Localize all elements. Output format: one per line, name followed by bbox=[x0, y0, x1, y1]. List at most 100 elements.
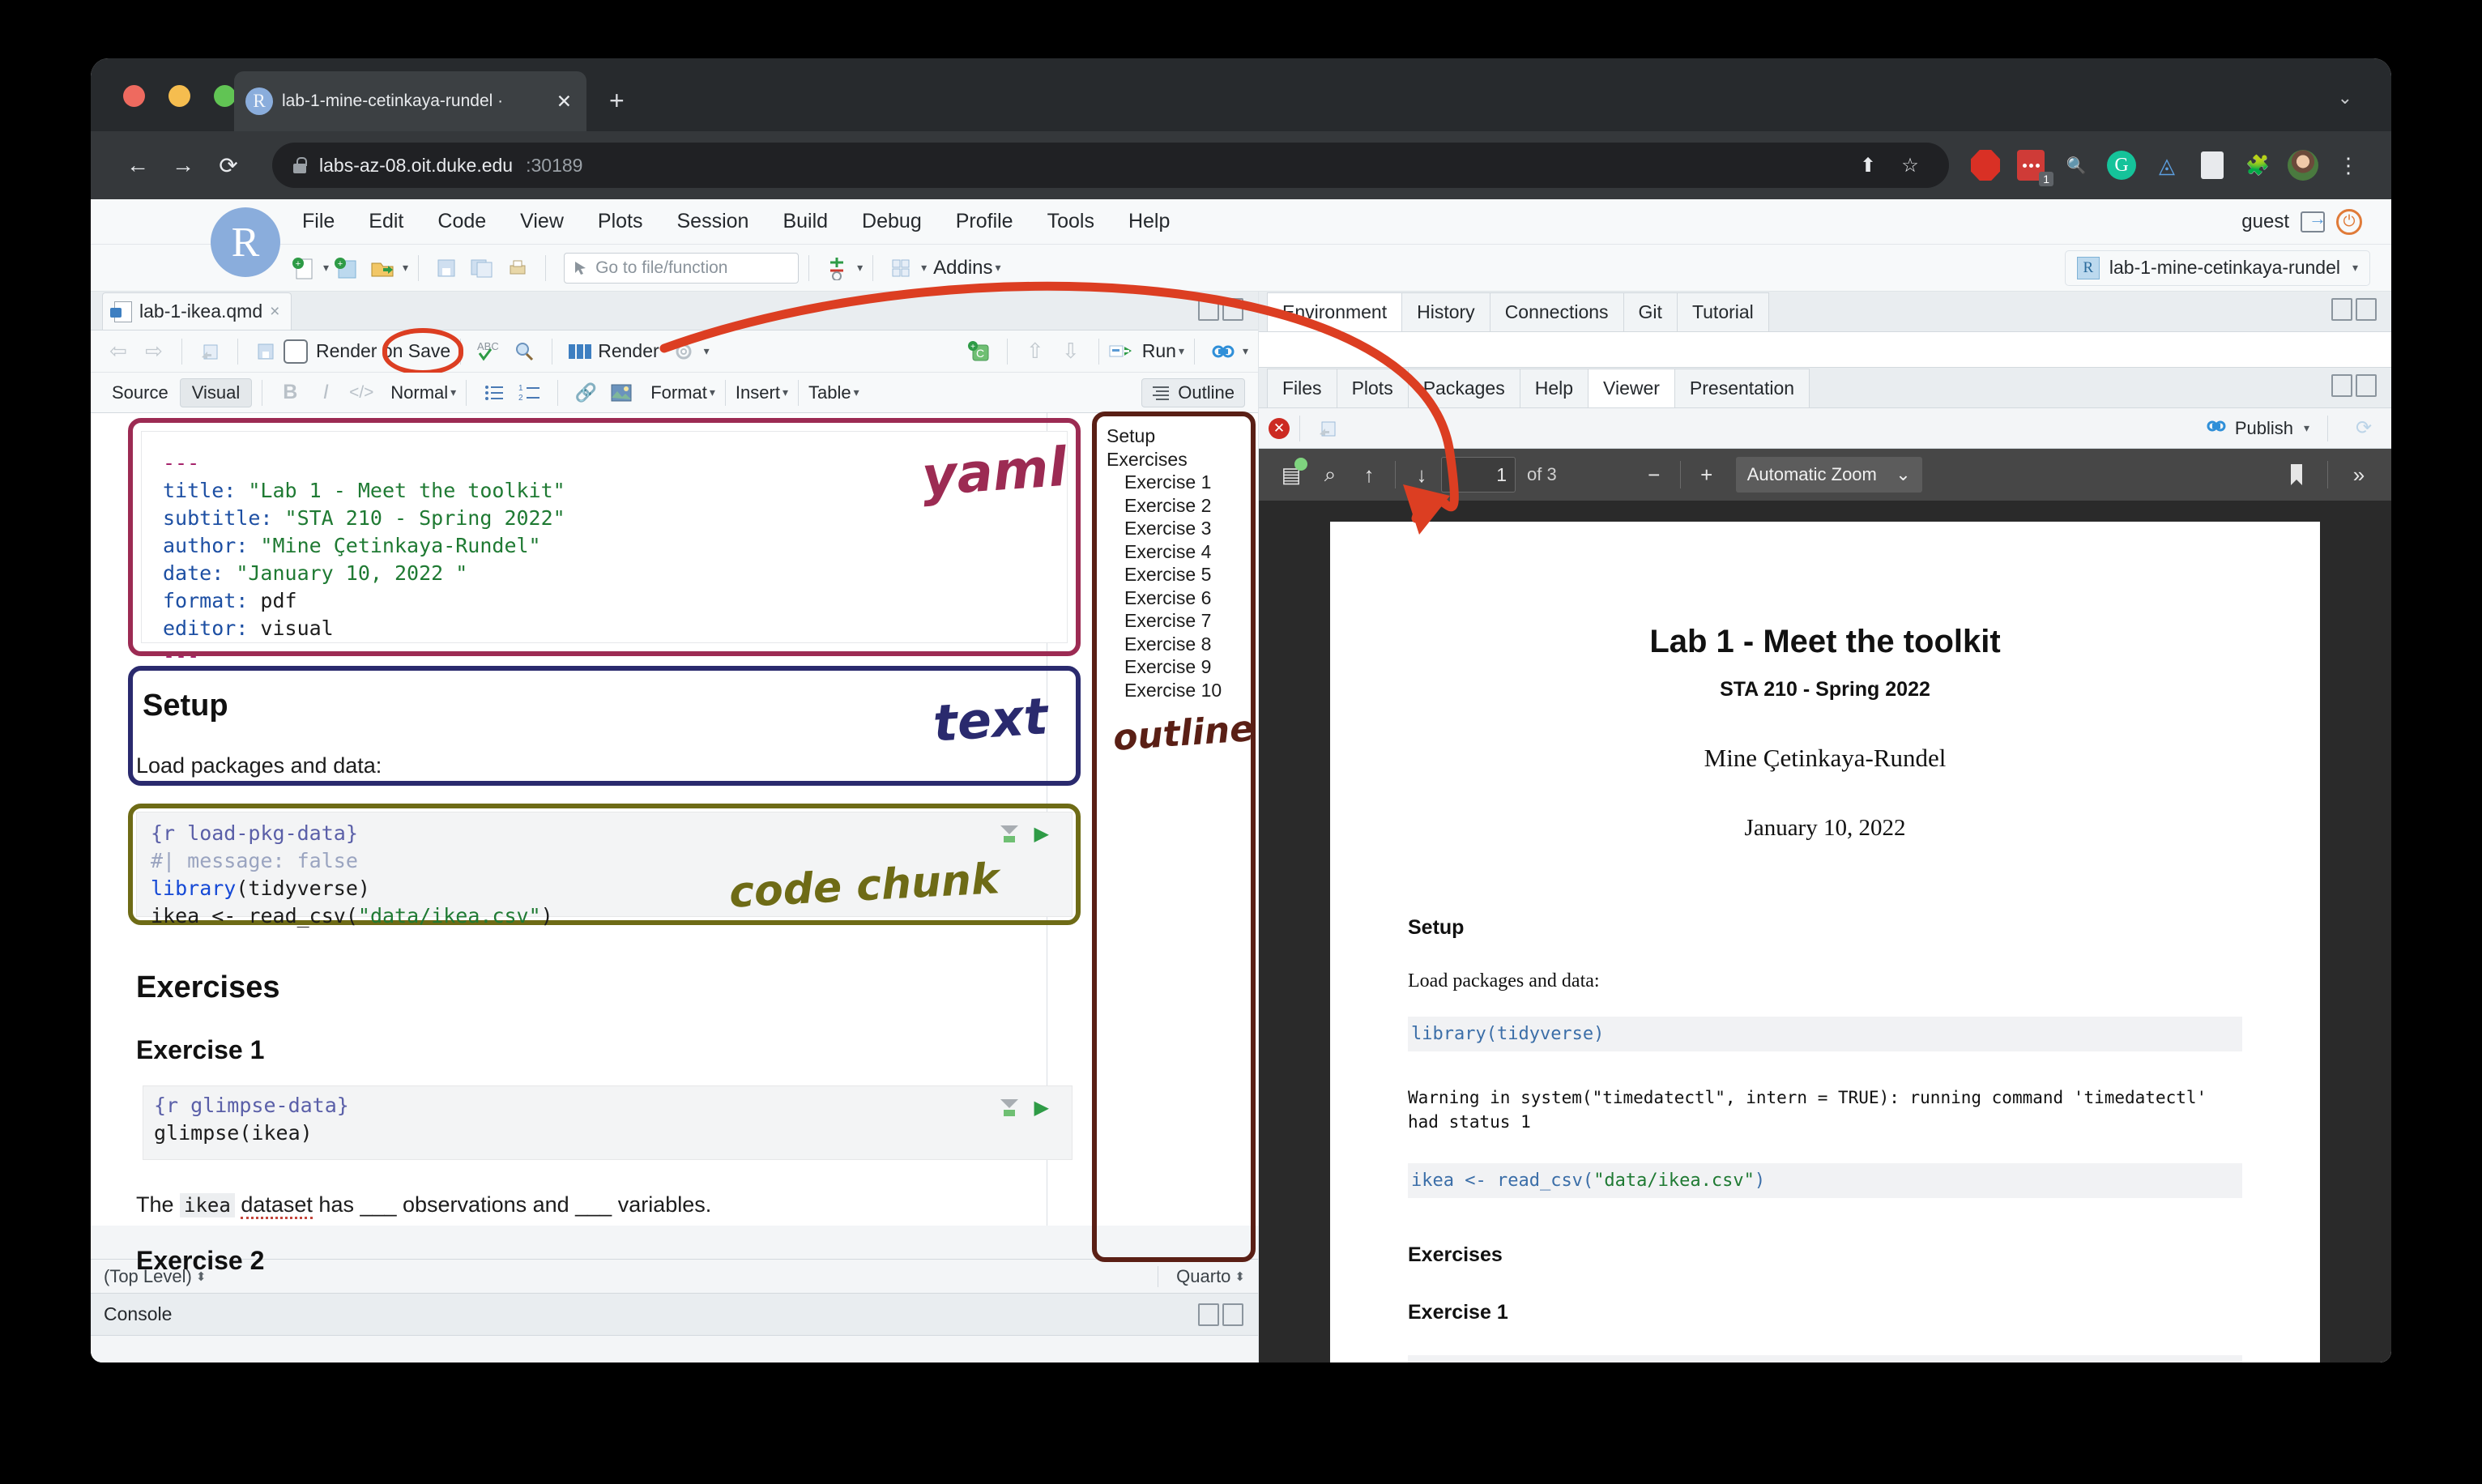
pdf-more-tools-icon[interactable]: » bbox=[2339, 455, 2378, 494]
pdf-zoom-in-icon[interactable]: + bbox=[1687, 455, 1726, 494]
visual-mode-button[interactable]: Visual bbox=[179, 377, 253, 407]
browser-menu-kebab-icon[interactable]: ⋮ bbox=[2333, 150, 2364, 181]
outline-item-exercise-2[interactable]: Exercise 2 bbox=[1107, 494, 1244, 518]
outline-item-setup[interactable]: Setup bbox=[1107, 424, 1244, 448]
minimize-window-button[interactable] bbox=[168, 85, 190, 107]
format-caret-icon[interactable]: ▾ bbox=[710, 386, 715, 399]
print-icon[interactable] bbox=[500, 251, 535, 285]
forward-arrow-icon[interactable]: ⇨ bbox=[136, 335, 172, 369]
open-file-caret-icon[interactable]: ▾ bbox=[403, 261, 408, 275]
render-on-save-checkbox[interactable] bbox=[284, 339, 308, 364]
refresh-viewer-icon[interactable]: ⟳ bbox=[2346, 412, 2382, 446]
pdf-zoom-out-icon[interactable]: − bbox=[1635, 455, 1674, 494]
new-file-icon[interactable]: + bbox=[285, 251, 321, 285]
outline-toggle-button[interactable]: Outline bbox=[1141, 377, 1245, 407]
render-options-gear-icon[interactable] bbox=[666, 335, 702, 369]
run-caret-icon[interactable]: ▾ bbox=[1179, 344, 1184, 358]
insert-chunk-icon[interactable]: C + bbox=[962, 335, 997, 369]
maximize-pane-icon[interactable] bbox=[1222, 1303, 1243, 1326]
back-icon[interactable]: ← bbox=[115, 143, 160, 188]
document-extension-icon[interactable] bbox=[2197, 150, 2228, 181]
forward-icon[interactable]: → bbox=[160, 143, 206, 188]
menu-profile[interactable]: Profile bbox=[939, 210, 1030, 233]
bookmark-star-icon[interactable]: ☆ bbox=[1892, 147, 1928, 183]
puzzle-extension-icon[interactable]: 🧩 bbox=[2242, 150, 2273, 181]
tab-environment[interactable]: Environment bbox=[1267, 292, 1403, 331]
spellcheck-icon[interactable]: ABC bbox=[471, 335, 506, 369]
save-all-icon[interactable] bbox=[464, 251, 500, 285]
menu-code[interactable]: Code bbox=[420, 210, 503, 233]
back-arrow-icon[interactable]: ⇦ bbox=[100, 335, 136, 369]
rerun-chunks-icon[interactable] bbox=[1205, 335, 1240, 369]
run-chunk-icon[interactable]: ▶ bbox=[1034, 822, 1049, 846]
doctype-stepper-icon[interactable]: ⬍ bbox=[1235, 1269, 1245, 1284]
pdf-page-number-input[interactable]: 1 bbox=[1441, 457, 1516, 493]
chunk-options-icon[interactable] bbox=[1000, 825, 1018, 843]
recorder-extension-icon[interactable]: 1 bbox=[2015, 150, 2053, 186]
share-icon[interactable]: ⬆ bbox=[1850, 147, 1886, 183]
menu-file[interactable]: File bbox=[285, 210, 352, 233]
open-file-icon[interactable] bbox=[365, 251, 400, 285]
menu-tools[interactable]: Tools bbox=[1030, 210, 1111, 233]
outline-item-exercise-3[interactable]: Exercise 3 bbox=[1107, 517, 1244, 540]
pane-layout-icon[interactable] bbox=[883, 251, 919, 285]
menu-view[interactable]: View bbox=[503, 210, 581, 233]
outline-item-exercise-7[interactable]: Exercise 7 bbox=[1107, 609, 1244, 633]
save-icon[interactable] bbox=[429, 251, 464, 285]
url-input[interactable]: labs-az-08.oit.duke.edu:30189 ⬆ ☆ bbox=[272, 143, 1949, 188]
run-button[interactable]: Run bbox=[1109, 340, 1176, 362]
bullet-list-icon[interactable] bbox=[476, 376, 512, 410]
menu-debug[interactable]: Debug bbox=[845, 210, 939, 233]
new-tab-button[interactable]: + bbox=[609, 87, 625, 113]
format-menu[interactable]: Format bbox=[650, 382, 707, 403]
power-icon[interactable]: ⏻ bbox=[2336, 208, 2362, 235]
workspace-panes-icon[interactable] bbox=[819, 251, 855, 285]
run-chunk-icon[interactable]: ▶ bbox=[1034, 1096, 1049, 1119]
new-file-caret-icon[interactable]: ▾ bbox=[323, 261, 329, 275]
popout-source-icon[interactable] bbox=[192, 335, 228, 369]
project-caret-icon[interactable]: ▾ bbox=[2352, 261, 2358, 275]
close-window-button[interactable] bbox=[123, 85, 145, 107]
next-chunk-icon[interactable]: ⇩ bbox=[1053, 335, 1089, 369]
chevron-down-icon[interactable]: ⌄ bbox=[2338, 87, 2352, 109]
pdf-zoom-select[interactable]: Automatic Zoom ⌄ bbox=[1735, 457, 1922, 493]
menu-plots[interactable]: Plots bbox=[581, 210, 660, 233]
maximize-pane-icon[interactable] bbox=[2356, 298, 2377, 321]
tab-help[interactable]: Help bbox=[1519, 369, 1589, 407]
bold-button[interactable]: B bbox=[272, 376, 308, 410]
tab-plots[interactable]: Plots bbox=[1336, 369, 1409, 407]
insert-caret-icon[interactable]: ▾ bbox=[783, 386, 788, 399]
save-icon[interactable] bbox=[248, 335, 284, 369]
inline-code-button[interactable]: </> bbox=[343, 376, 379, 410]
menu-help[interactable]: Help bbox=[1111, 210, 1187, 233]
reload-icon[interactable]: ⟳ bbox=[206, 143, 251, 188]
outline-item-exercises[interactable]: Exercises bbox=[1107, 448, 1244, 471]
block-style-select[interactable]: Normal bbox=[390, 382, 448, 403]
pane-layout-caret-icon[interactable]: ▾ bbox=[921, 261, 927, 275]
chunk-options-icon[interactable] bbox=[1000, 1098, 1018, 1117]
clear-viewer-icon[interactable]: ✕ bbox=[1269, 417, 1290, 439]
insert-menu[interactable]: Insert bbox=[736, 382, 780, 403]
outline-item-exercise-1[interactable]: Exercise 1 bbox=[1107, 471, 1244, 494]
numbered-list-icon[interactable]: 12 bbox=[512, 376, 548, 410]
tab-console[interactable]: Console bbox=[104, 1303, 172, 1325]
previous-chunk-icon[interactable]: ⇧ bbox=[1017, 335, 1053, 369]
tab-presentation[interactable]: Presentation bbox=[1674, 369, 1810, 407]
block-style-caret-icon[interactable]: ▾ bbox=[450, 386, 456, 399]
math-extension-icon[interactable]: ◬ bbox=[2151, 150, 2182, 181]
tab-viewer[interactable]: Viewer bbox=[1588, 369, 1675, 407]
render-options-caret-icon[interactable]: ▾ bbox=[704, 344, 710, 358]
italic-button[interactable]: I bbox=[308, 376, 343, 410]
tab-git[interactable]: Git bbox=[1623, 292, 1678, 331]
minimize-pane-icon[interactable] bbox=[2331, 298, 2352, 321]
render-button[interactable]: Render bbox=[562, 338, 665, 365]
outline-item-exercise-8[interactable]: Exercise 8 bbox=[1107, 633, 1244, 656]
rerun-caret-icon[interactable]: ▾ bbox=[1243, 344, 1248, 358]
close-icon[interactable]: ✕ bbox=[553, 91, 575, 113]
outline-item-exercise-5[interactable]: Exercise 5 bbox=[1107, 563, 1244, 586]
link-icon[interactable]: 🔗 bbox=[568, 376, 603, 410]
grammarly-extension-icon[interactable]: G bbox=[2106, 150, 2137, 181]
pdf-viewport[interactable]: Lab 1 - Meet the toolkit STA 210 - Sprin… bbox=[1259, 501, 2391, 1362]
pdf-sidebar-toggle-icon[interactable]: ▤ bbox=[1272, 455, 1311, 494]
menu-build[interactable]: Build bbox=[765, 210, 845, 233]
